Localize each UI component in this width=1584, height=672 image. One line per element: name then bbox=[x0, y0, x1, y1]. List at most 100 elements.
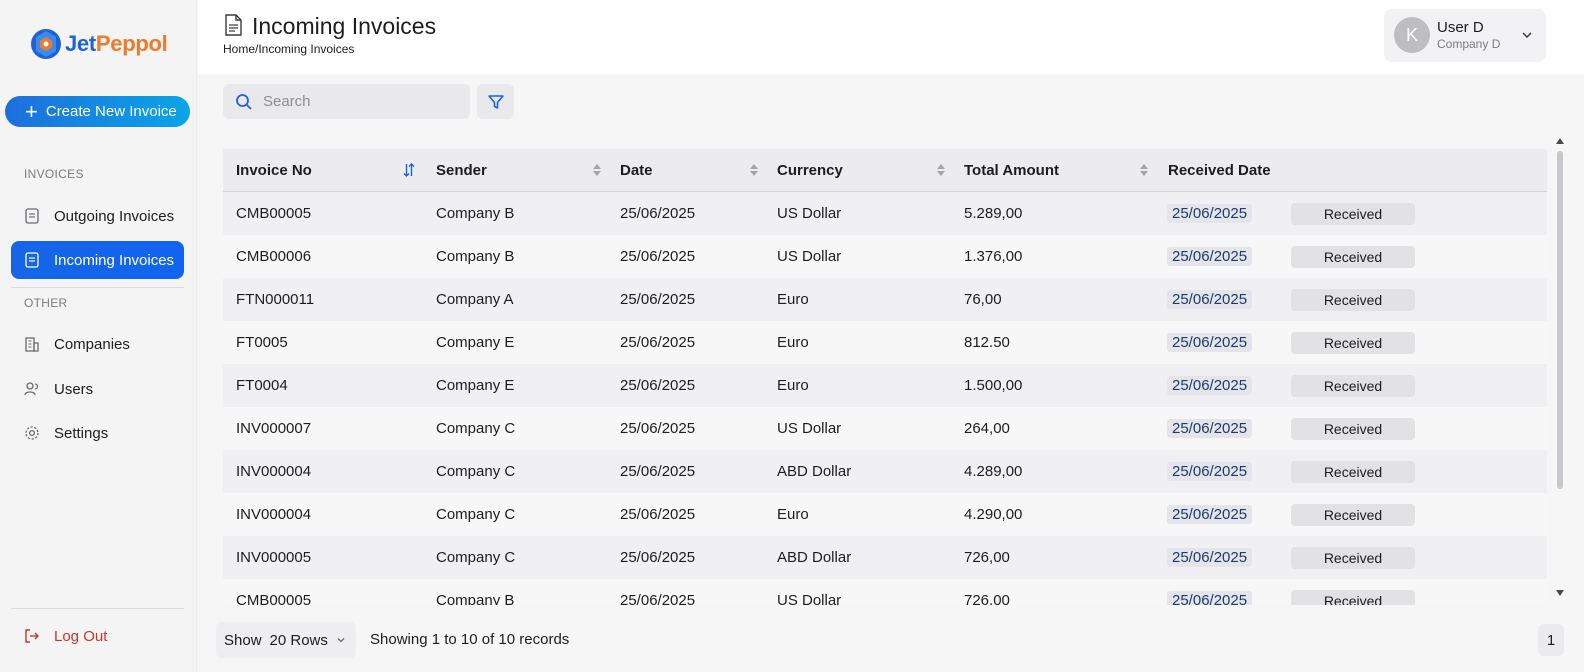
logout-label: Log Out bbox=[54, 627, 108, 645]
table-row[interactable]: INV000007 Company C 25/06/2025 US Dollar… bbox=[223, 407, 1547, 450]
breadcrumb[interactable]: Home/Incoming Invoices bbox=[223, 42, 354, 56]
filter-icon bbox=[487, 94, 504, 109]
cell-total-amount: 4.290,00 bbox=[964, 506, 1023, 523]
filter-button[interactable] bbox=[477, 84, 514, 119]
cell-currency: US Dollar bbox=[777, 592, 842, 605]
search-box[interactable] bbox=[223, 84, 470, 119]
cell-date: 25/06/2025 bbox=[620, 506, 696, 523]
sort-icon[interactable] bbox=[1138, 162, 1150, 178]
brand-logo[interactable]: JetPeppol bbox=[29, 26, 168, 62]
status-badge: Received bbox=[1291, 375, 1415, 397]
sidebar-item-label: Settings bbox=[54, 424, 109, 442]
sidebar-item-label: Outgoing Invoices bbox=[54, 207, 175, 225]
sidebar-item-incoming-invoices[interactable]: Incoming Invoices bbox=[11, 241, 184, 279]
table-row[interactable]: CMB00006 Company B 25/06/2025 US Dollar … bbox=[223, 235, 1547, 278]
users-icon bbox=[24, 381, 40, 397]
cell-date: 25/06/2025 bbox=[620, 291, 696, 308]
sidebar-item-companies[interactable]: Companies bbox=[11, 325, 184, 363]
status-badge: Received bbox=[1291, 547, 1415, 569]
search-icon bbox=[236, 93, 252, 110]
cell-total-amount: 726,00 bbox=[964, 549, 1010, 566]
column-header-total-amount[interactable]: Total Amount bbox=[964, 149, 1059, 192]
cell-sender: Company B bbox=[436, 248, 515, 265]
search-input[interactable] bbox=[263, 93, 443, 110]
column-header-date[interactable]: Date bbox=[620, 149, 653, 192]
avatar: K bbox=[1394, 17, 1430, 53]
cell-currency: ABD Dollar bbox=[777, 549, 852, 566]
cell-sender: Company B bbox=[436, 205, 515, 222]
sidebar-item-settings[interactable]: Settings bbox=[11, 414, 184, 452]
cell-sender: Company C bbox=[436, 420, 516, 437]
cell-invoice-no: INV000007 bbox=[236, 420, 312, 437]
sort-icon[interactable] bbox=[935, 162, 947, 178]
cell-currency: US Dollar bbox=[777, 420, 842, 437]
header: Incoming Invoices Home/Incoming Invoices… bbox=[198, 0, 1584, 74]
user-name: User D bbox=[1437, 19, 1484, 36]
cell-received-date: 25/06/2025 bbox=[1167, 591, 1253, 605]
rows-per-page-select[interactable]: Show 20 Rows bbox=[216, 622, 356, 658]
user-menu[interactable]: K User D Company D bbox=[1384, 9, 1546, 62]
cell-total-amount: 1.376,00 bbox=[964, 248, 1023, 265]
column-header-received-date[interactable]: Received Date bbox=[1168, 149, 1271, 192]
cell-sender: Company E bbox=[436, 334, 515, 351]
cell-total-amount: 264,00 bbox=[964, 420, 1010, 437]
sidebar-item-users[interactable]: Users bbox=[11, 370, 184, 408]
scroll-down-arrow-icon[interactable] bbox=[1555, 589, 1565, 597]
invoices-table: Invoice No Sender Date Currency Total Am… bbox=[223, 149, 1547, 605]
table-row[interactable]: INV000004 Company C 25/06/2025 ABD Dolla… bbox=[223, 450, 1547, 493]
page-title: Incoming Invoices bbox=[252, 13, 437, 39]
status-badge: Received bbox=[1291, 289, 1415, 311]
cell-received-date: 25/06/2025 bbox=[1167, 247, 1253, 266]
sort-icon[interactable] bbox=[591, 162, 603, 178]
cell-invoice-no: INV000005 bbox=[236, 549, 312, 566]
cell-sender: Company C bbox=[436, 506, 516, 523]
scroll-up-arrow-icon[interactable] bbox=[1555, 137, 1565, 145]
create-new-invoice-button[interactable]: + Create New Invoice bbox=[5, 96, 190, 127]
table-row[interactable]: INV000004 Company C 25/06/2025 Euro 4.29… bbox=[223, 493, 1547, 536]
table-row[interactable]: FTN000011 Company A 25/06/2025 Euro 76,0… bbox=[223, 278, 1547, 321]
cell-received-date: 25/06/2025 bbox=[1167, 462, 1253, 481]
section-label-invoices: INVOICES bbox=[24, 167, 84, 181]
chevron-down-icon bbox=[1522, 32, 1532, 39]
chevron-down-icon bbox=[337, 638, 345, 643]
sidebar: JetPeppol + Create New Invoice INVOICES … bbox=[0, 0, 197, 672]
cell-currency: ABD Dollar bbox=[777, 463, 852, 480]
cell-received-date: 25/06/2025 bbox=[1167, 548, 1253, 567]
table-scrollbar[interactable] bbox=[1554, 137, 1566, 605]
table-row[interactable]: FT0004 Company E 25/06/2025 Euro 1.500,0… bbox=[223, 364, 1547, 407]
cell-sender: Company C bbox=[436, 463, 516, 480]
sidebar-item-label: Companies bbox=[54, 335, 130, 353]
column-header-invoice-no[interactable]: Invoice No bbox=[236, 149, 312, 192]
sort-active-icon[interactable] bbox=[403, 162, 415, 178]
cell-total-amount: 812.50 bbox=[964, 334, 1010, 351]
cell-total-amount: 726,00 bbox=[964, 592, 1010, 605]
sort-icon[interactable] bbox=[748, 162, 760, 178]
table-row[interactable]: FT0005 Company E 25/06/2025 Euro 812.50 … bbox=[223, 321, 1547, 364]
show-label: Show bbox=[224, 631, 262, 649]
cell-total-amount: 76,00 bbox=[964, 291, 1002, 308]
logout-button[interactable]: Log Out bbox=[11, 622, 184, 650]
table-header: Invoice No Sender Date Currency Total Am… bbox=[223, 149, 1547, 192]
sidebar-item-label: Incoming Invoices bbox=[54, 251, 175, 269]
user-company: Company D bbox=[1437, 37, 1501, 51]
sidebar-item-outgoing-invoices[interactable]: Outgoing Invoices bbox=[11, 197, 184, 235]
cell-invoice-no: CMB00005 bbox=[236, 592, 312, 605]
logo-text: JetPeppol bbox=[65, 31, 168, 57]
logout-icon bbox=[24, 628, 40, 644]
column-header-currency[interactable]: Currency bbox=[777, 149, 843, 192]
cell-received-date: 25/06/2025 bbox=[1167, 376, 1253, 395]
column-header-sender[interactable]: Sender bbox=[436, 149, 487, 192]
document-icon bbox=[24, 208, 40, 224]
table-row[interactable]: INV000005 Company C 25/06/2025 ABD Dolla… bbox=[223, 536, 1547, 579]
plus-icon: + bbox=[25, 98, 38, 124]
cell-currency: Euro bbox=[777, 506, 809, 523]
logo-icon bbox=[31, 29, 61, 59]
cell-received-date: 25/06/2025 bbox=[1167, 505, 1253, 524]
pagination-page-1[interactable]: 1 bbox=[1538, 624, 1564, 656]
document-icon bbox=[225, 14, 242, 36]
table-row[interactable]: CMB00005 Company B 25/06/2025 US Dollar … bbox=[223, 579, 1547, 605]
cell-date: 25/06/2025 bbox=[620, 549, 696, 566]
cell-received-date: 25/06/2025 bbox=[1167, 290, 1253, 309]
table-row[interactable]: CMB00005 Company B 25/06/2025 US Dollar … bbox=[223, 192, 1547, 235]
scrollbar-thumb[interactable] bbox=[1557, 151, 1563, 489]
